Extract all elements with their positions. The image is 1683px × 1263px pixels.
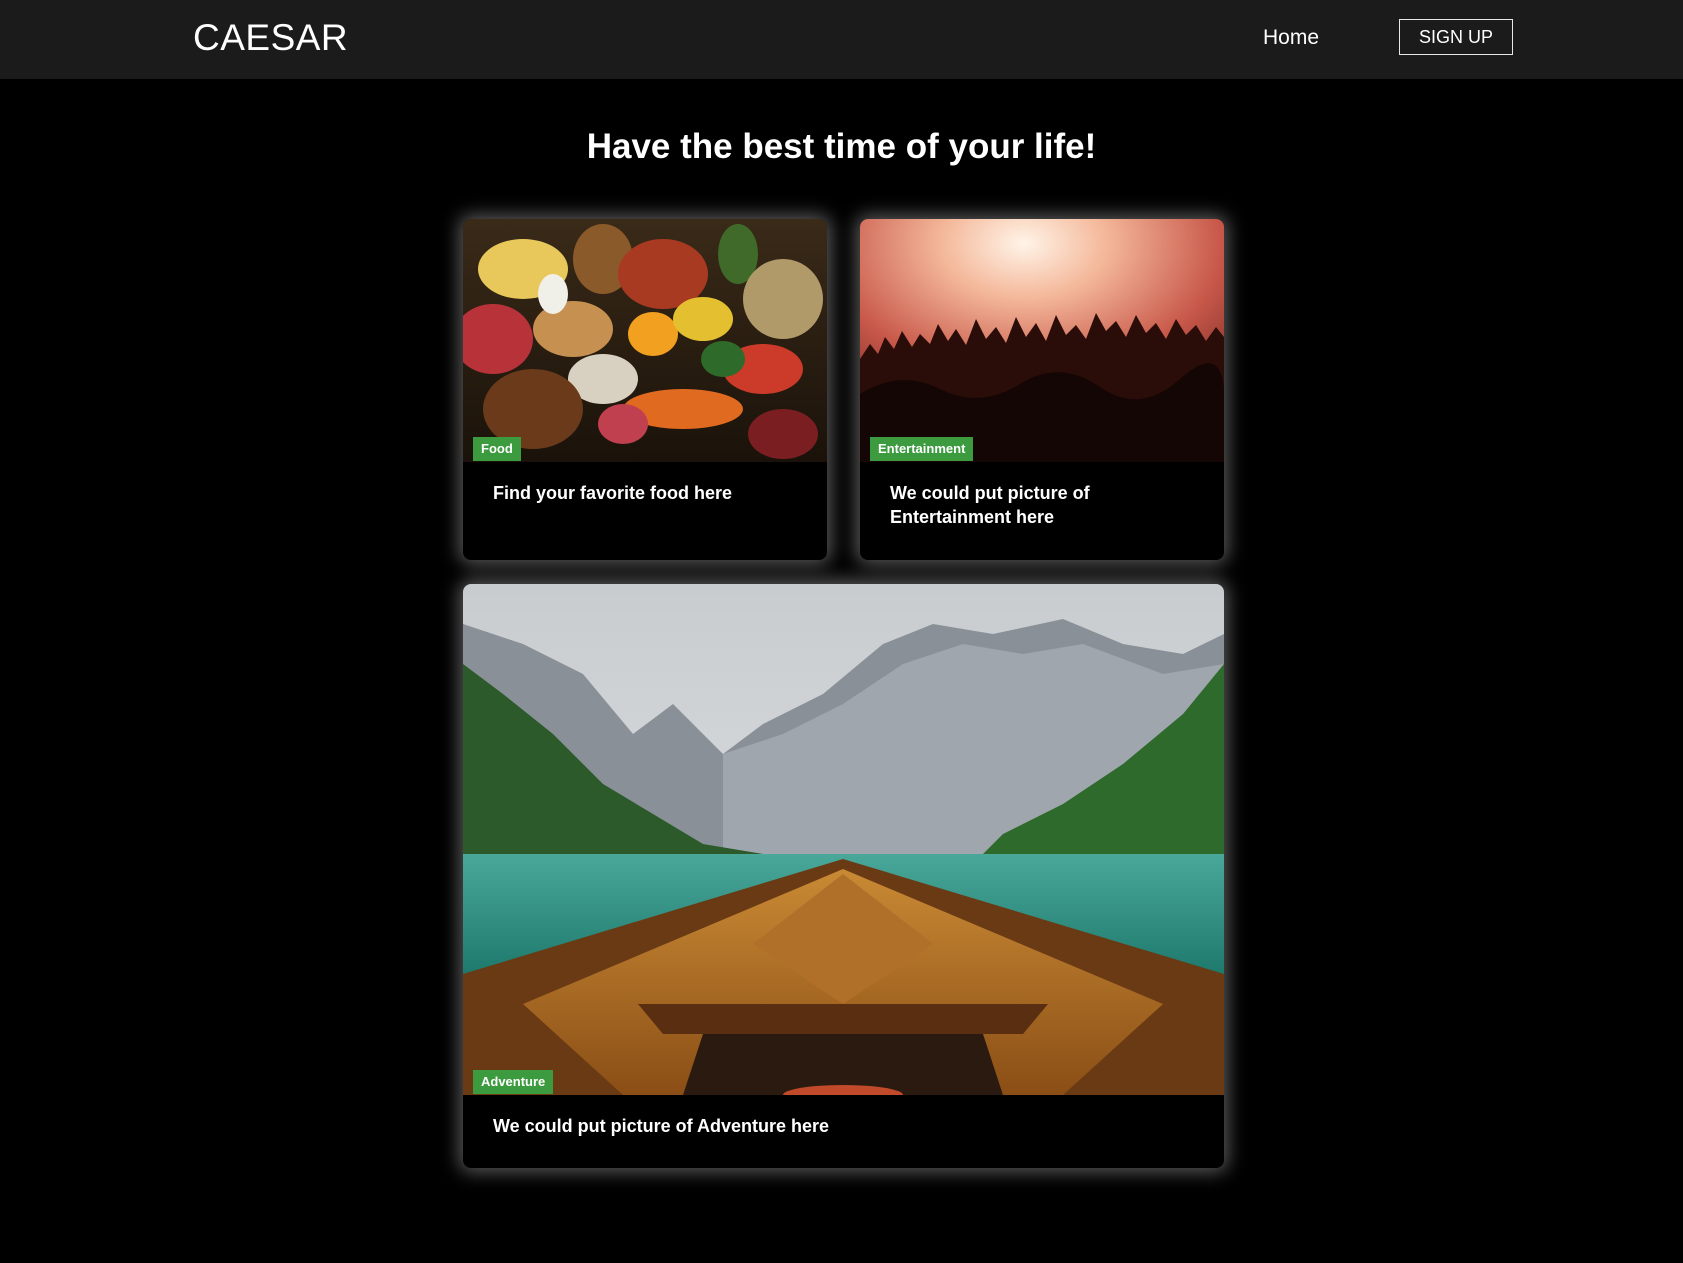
tag-entertainment: Entertainment <box>870 437 974 461</box>
entertainment-image <box>860 219 1224 462</box>
page-headline: Have the best time of your life! <box>586 127 1097 166</box>
card-food[interactable]: Food Find your favorite food here <box>463 219 827 560</box>
tag-adventure: Adventure <box>473 1070 554 1094</box>
brand-logo[interactable]: CAESAR <box>193 17 348 59</box>
card-adventure-text: We could put picture of Adventure here <box>493 1116 830 1136</box>
food-image <box>463 219 827 462</box>
card-food-text: Find your favorite food here <box>493 483 733 503</box>
card-entertainment-text: We could put picture of Entertainment he… <box>890 483 1090 527</box>
navbar: CAESAR Home SIGN UP <box>0 0 1683 79</box>
signup-button[interactable]: SIGN UP <box>1399 19 1513 55</box>
nav-link-home[interactable]: Home <box>1263 26 1319 50</box>
tag-food: Food <box>473 437 521 461</box>
card-adventure[interactable]: Adventure We could put picture of Advent… <box>463 584 1224 1168</box>
card-entertainment[interactable]: Entertainment We could put picture of En… <box>860 219 1224 560</box>
adventure-image <box>463 584 1224 1095</box>
